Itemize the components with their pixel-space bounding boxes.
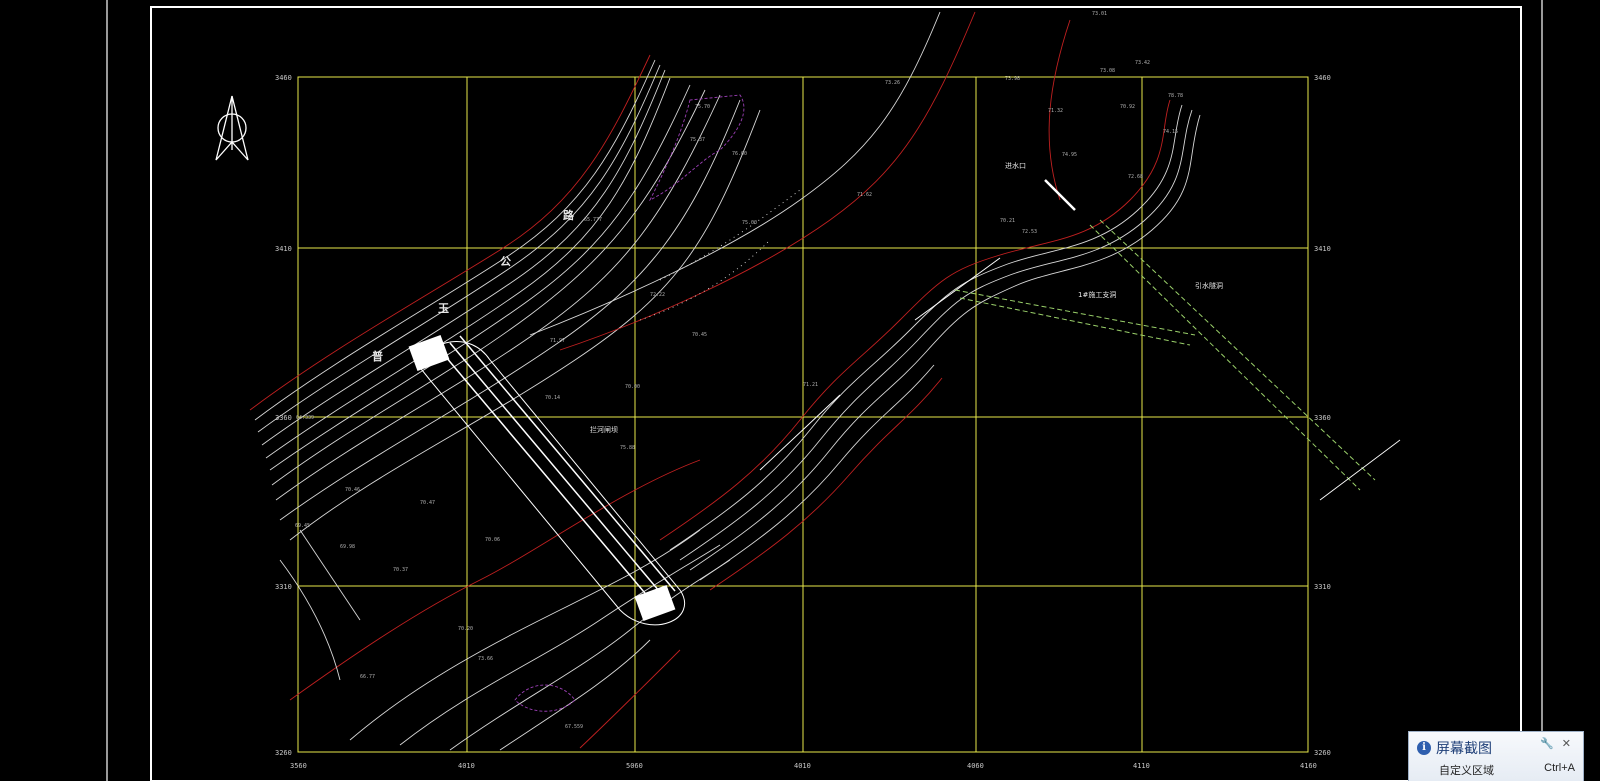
x-tick: 4110 (1133, 762, 1150, 770)
elevation-label: 70.21 (1000, 218, 1015, 224)
elevation-label: 72.68 (1128, 174, 1143, 180)
road-char-2: 路 (563, 208, 575, 222)
y-tick: 3310 (1314, 583, 1331, 591)
village-char-1: 玉 (438, 302, 449, 315)
cascade-structure (759, 257, 1001, 471)
close-icon[interactable]: ✕ (1562, 737, 1571, 750)
x-tick: 4060 (967, 762, 984, 770)
branch-tunnel-label: 1#施工支洞 (1078, 290, 1116, 299)
y-tick: 3310 (275, 583, 292, 591)
y-ticks-right: 3460 3410 3360 3310 3260 (1314, 74, 1331, 757)
x-tick: 4160 (1300, 762, 1317, 770)
screen-capture-popup[interactable]: i 屏幕截图 🔧 ✕ 自定义区域 Ctrl+A (1408, 731, 1584, 781)
elevation-label: 70.46 (345, 487, 360, 493)
sheet-frame (106, 0, 1543, 781)
elevation-label: 74.95 (1062, 152, 1077, 158)
elevation-label: 72.53 (1022, 229, 1037, 235)
elevation-label: 66.77 (360, 674, 375, 680)
cad-drawing-canvas[interactable]: 3460 3410 3360 3310 3260 3460 3410 3360 … (0, 0, 1600, 781)
elevation-label: 70.06 (485, 537, 500, 543)
elevation-label: 73.26 (885, 80, 900, 86)
elevation-label: 69.98 (340, 544, 355, 550)
elevation-label: 72.22 (650, 292, 665, 298)
coordinate-grid (297, 76, 1309, 753)
elevation-label: 75.70 (695, 104, 710, 110)
road-band-contours (249, 54, 761, 541)
y-tick: 3260 (1314, 749, 1331, 757)
elevation-label: 74.15 (1163, 129, 1178, 135)
y-ticks-left: 3460 3410 3360 3310 3260 (275, 74, 292, 757)
popup-title: 屏幕截图 (1436, 740, 1492, 756)
elevation-label: 70.47 (420, 500, 435, 506)
road-char-1: 公 (500, 255, 511, 268)
elevation-label: 70.37 (393, 567, 408, 573)
elevation-label: 64.339 (296, 415, 314, 421)
elevation-label: 73.01 (1092, 11, 1107, 17)
elevation-label: 75.88 (620, 445, 635, 451)
elevation-label: 73.98 (1005, 76, 1020, 82)
dam-axis-label: 拦河闸坝 (590, 425, 618, 434)
y-tick: 3360 (1314, 414, 1331, 422)
x-tick: 5060 (626, 762, 643, 770)
diversion-tunnel-label: 引水隧洞 (1195, 281, 1223, 290)
custom-region-command[interactable]: 自定义区域 (1439, 762, 1494, 778)
elevation-label: 70.45 (692, 332, 707, 338)
elevation-label: 71.21 (803, 382, 818, 388)
elevation-label: 75.00 (742, 220, 757, 226)
upper-terrain (529, 11, 976, 351)
village-char-2: 普 (372, 349, 383, 363)
elevation-label: 70.92 (1120, 104, 1135, 110)
popup-title-row: i 屏幕截图 (1417, 738, 1492, 758)
elevation-label: 73.42 (1135, 60, 1150, 66)
shortcut-label: Ctrl+A (1544, 762, 1575, 774)
river-channel-contours (659, 19, 1201, 591)
elevation-label: 70.14 (545, 395, 560, 401)
elevation-label: 70.00 (625, 384, 640, 390)
elevation-label: 65.777 (584, 217, 602, 223)
info-icon: i (1417, 741, 1431, 755)
elevation-label: 70.20 (458, 626, 473, 632)
x-ticks: 3560 4010 5060 4010 4060 4110 4160 (290, 762, 1317, 770)
y-tick: 3460 (275, 74, 292, 82)
elevation-label: 76.00 (732, 151, 747, 157)
elevation-label: 71.62 (857, 192, 872, 198)
elevation-label: 69.45 (295, 523, 310, 529)
elevation-label: 71.97 (550, 338, 565, 344)
elevation-label: 67.559 (565, 724, 583, 730)
north-arrow-icon (215, 95, 249, 161)
elevation-label: 78.78 (1168, 93, 1183, 99)
x-tick: 3560 (290, 762, 307, 770)
elevation-label: 71.32 (1048, 108, 1063, 114)
section-mark (1319, 439, 1401, 501)
y-tick: 3410 (275, 245, 292, 253)
y-tick: 3460 (1314, 74, 1331, 82)
elevation-label: 73.66 (478, 656, 493, 662)
elevation-label: 73.08 (1100, 68, 1115, 74)
popup-tools: 🔧 ✕ (1540, 737, 1571, 750)
intake-gate (1044, 179, 1076, 211)
y-tick: 3410 (1314, 245, 1331, 253)
y-tick: 3260 (275, 749, 292, 757)
x-tick: 4010 (794, 762, 811, 770)
intake-label: 进水口 (1005, 161, 1026, 170)
x-tick: 4010 (458, 762, 475, 770)
elevation-label: 75.37 (690, 137, 705, 143)
settings-icon[interactable]: 🔧 (1540, 737, 1554, 750)
